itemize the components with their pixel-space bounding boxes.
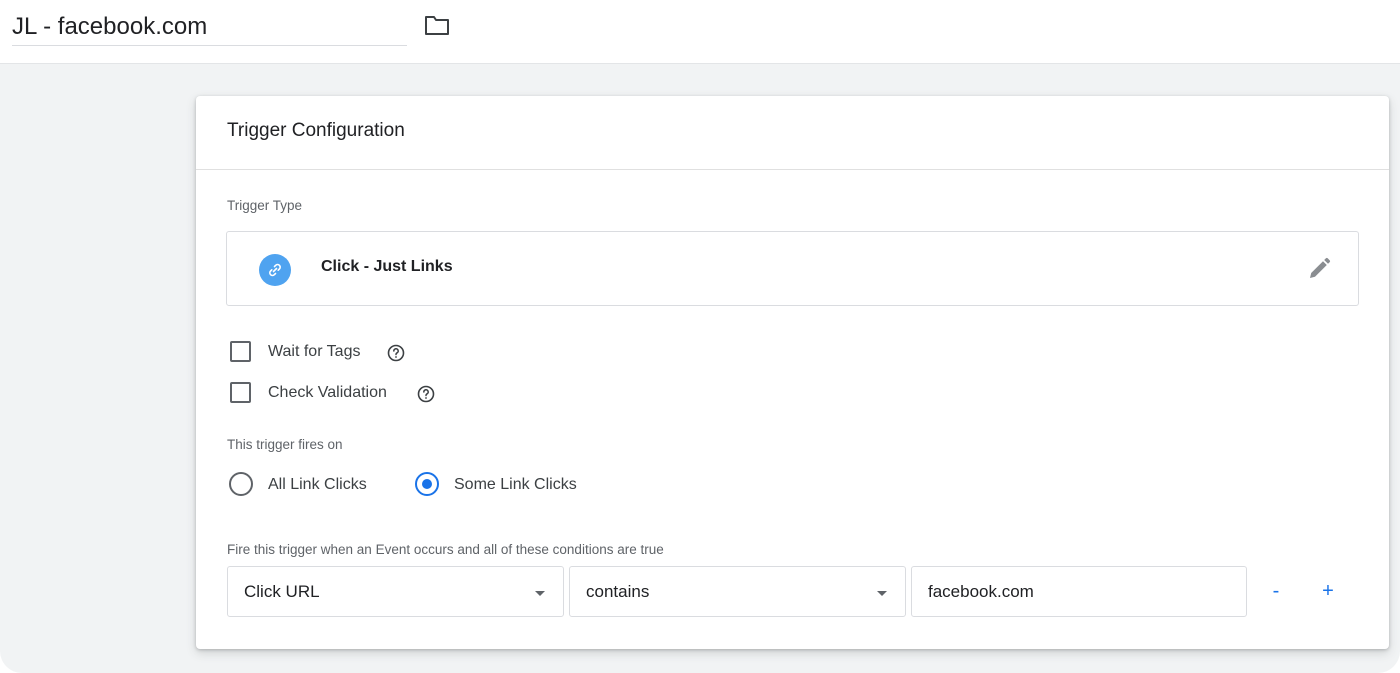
wait-for-tags-checkbox[interactable] <box>230 341 251 362</box>
trigger-type-label: Trigger Type <box>227 198 303 213</box>
chevron-down-icon <box>877 591 887 596</box>
check-validation-label: Check Validation <box>268 384 387 401</box>
pencil-icon[interactable] <box>1306 256 1332 287</box>
wait-for-tags-label: Wait for Tags <box>268 343 361 360</box>
help-circle-icon[interactable] <box>386 343 406 368</box>
radio-button[interactable] <box>229 472 253 496</box>
folder-icon[interactable] <box>423 12 451 38</box>
trigger-configuration-card: Trigger Configuration Trigger Type Click… <box>196 96 1389 649</box>
card-title: Trigger Configuration <box>227 120 405 141</box>
conditions-label: Fire this trigger when an Event occurs a… <box>227 542 664 557</box>
radio-all-link-clicks[interactable]: All Link Clicks <box>229 470 389 498</box>
condition-value-input[interactable] <box>911 566 1247 617</box>
radio-label: Some Link Clicks <box>454 476 577 493</box>
operator-select-value: contains <box>586 582 650 601</box>
variable-select-value: Click URL <box>244 582 320 601</box>
wait-for-tags-option[interactable]: Wait for Tags <box>230 339 430 365</box>
remove-condition-button[interactable]: - <box>1261 576 1291 606</box>
top-bar <box>0 0 1400 64</box>
radio-button-selected[interactable] <box>415 472 439 496</box>
check-validation-option[interactable]: Check Validation <box>230 380 460 406</box>
trigger-type-selector[interactable]: Click - Just Links <box>226 231 1359 306</box>
app-frame: Trigger Configuration Trigger Type Click… <box>0 0 1400 673</box>
help-circle-icon[interactable] <box>416 384 436 409</box>
link-icon <box>259 254 291 286</box>
fires-on-label: This trigger fires on <box>227 437 343 452</box>
operator-select[interactable]: contains <box>569 566 906 617</box>
add-condition-button[interactable]: + <box>1313 576 1343 606</box>
trigger-name-input[interactable] <box>12 8 407 46</box>
chevron-down-icon <box>535 591 545 596</box>
radio-label: All Link Clicks <box>268 476 367 493</box>
check-validation-checkbox[interactable] <box>230 382 251 403</box>
radio-some-link-clicks[interactable]: Some Link Clicks <box>415 470 605 498</box>
variable-select[interactable]: Click URL <box>227 566 564 617</box>
trigger-type-name: Click - Just Links <box>321 258 453 275</box>
card-header: Trigger Configuration <box>196 96 1389 170</box>
